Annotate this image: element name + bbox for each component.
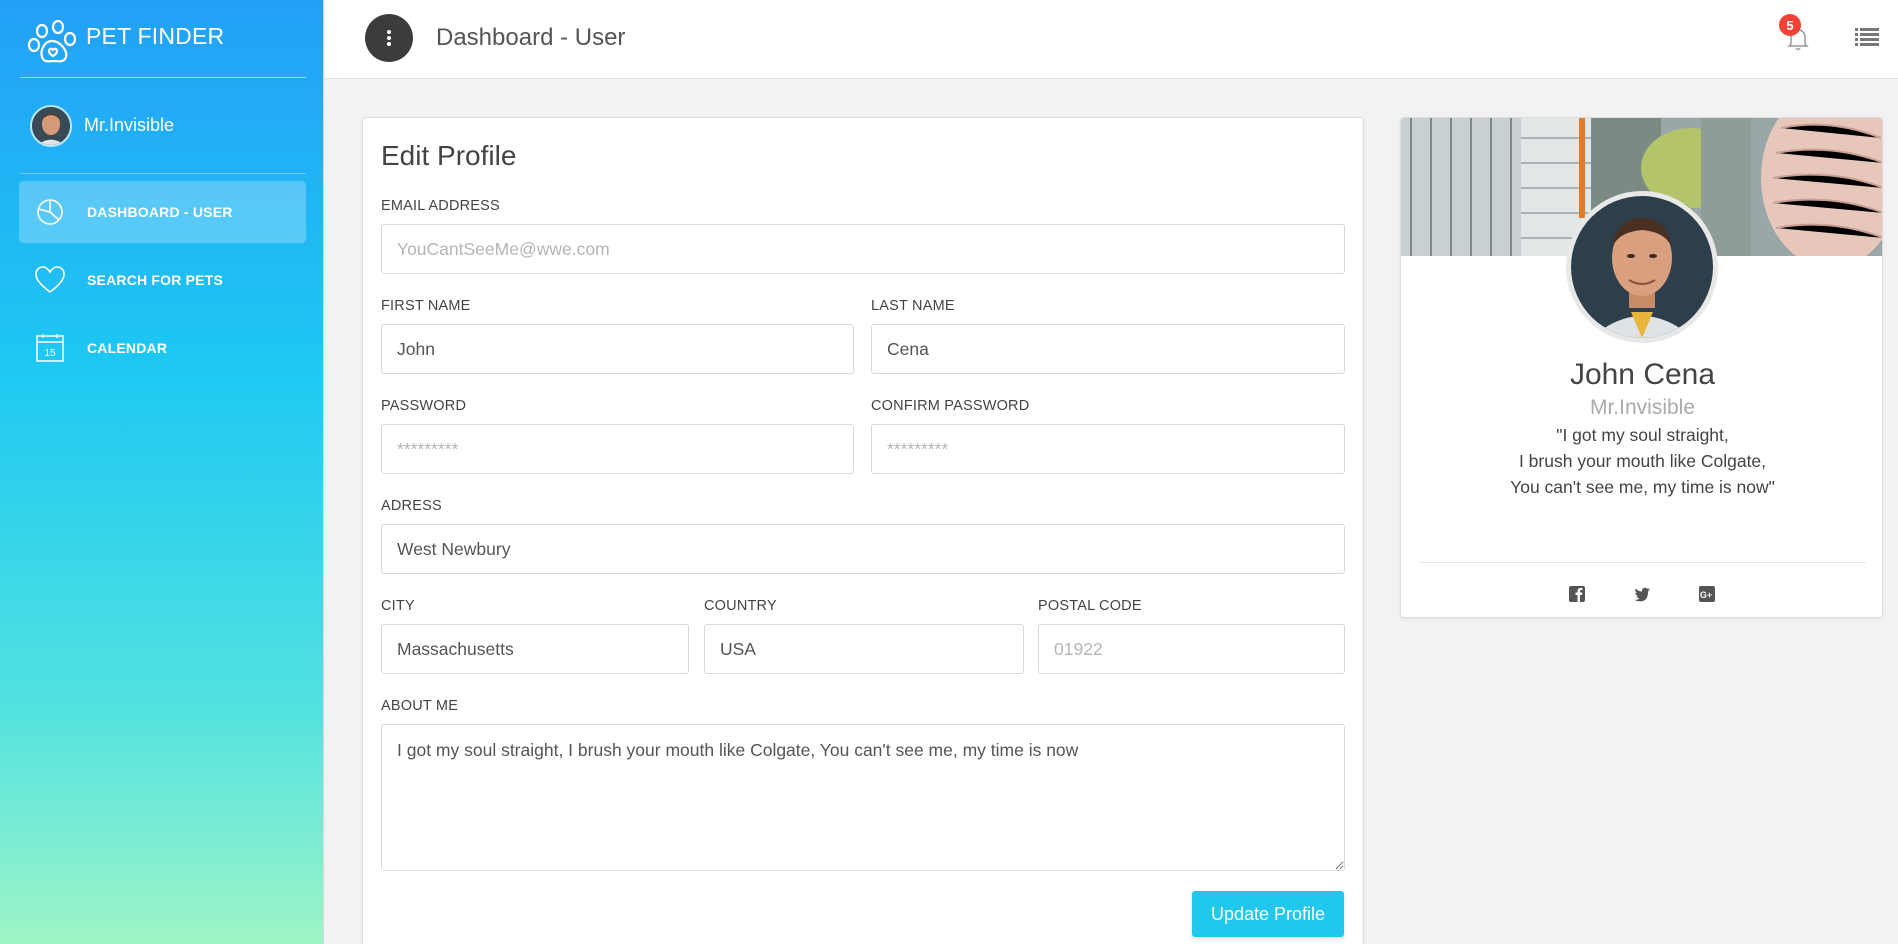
address-label: ADRESS: [381, 498, 442, 514]
confirm-password-field[interactable]: [871, 424, 1345, 474]
sidebar: PET FINDER Mr.Invisible DASHBOARD - USER…: [0, 0, 324, 944]
password-field[interactable]: [381, 424, 854, 474]
vertical-dots-icon: [387, 30, 391, 46]
pie-chart-icon: [33, 195, 67, 229]
country-label: COUNTRY: [704, 598, 777, 614]
more-options-button[interactable]: [365, 14, 413, 62]
profile-name: John Cena: [1569, 358, 1716, 391]
sidebar-user[interactable]: Mr.Invisible: [20, 78, 306, 174]
first-name-field[interactable]: [381, 324, 854, 374]
city-label: CITY: [381, 598, 415, 614]
svg-text:G+: G+: [1700, 590, 1712, 600]
brand-name: PET FINDER: [86, 23, 225, 49]
sidebar-nav: DASHBOARD - USER SEARCH FOR PETS 15 CALE…: [19, 181, 306, 385]
notification-count-badge: 5: [1779, 14, 1801, 36]
update-profile-button[interactable]: Update Profile: [1192, 891, 1344, 937]
profile-quote-line: You can't see me, my time is now": [1510, 477, 1775, 497]
last-name-label: LAST NAME: [871, 298, 955, 314]
page-title: Dashboard - User: [436, 24, 626, 51]
brand[interactable]: PET FINDER: [20, 0, 306, 78]
email-label: EMAIL ADDRESS: [381, 198, 500, 214]
sidebar-item-dashboard-user[interactable]: DASHBOARD - USER: [19, 181, 306, 243]
top-bar: Dashboard - User 5: [325, 0, 1898, 79]
profile-quote: "I got my soul straight, I brush your mo…: [1401, 422, 1882, 500]
profile-avatar: [1566, 191, 1718, 343]
city-field[interactable]: [381, 624, 689, 674]
postal-code-field[interactable]: [1038, 624, 1345, 674]
profile-card: John Cena Mr.Invisible "I got my soul st…: [1400, 117, 1883, 618]
sidebar-item-calendar[interactable]: 15 CALENDAR: [19, 317, 306, 379]
edit-profile-title: Edit Profile: [381, 140, 517, 171]
twitter-icon[interactable]: [1631, 583, 1653, 605]
sidebar-item-label: CALENDAR: [87, 340, 168, 356]
confirm-password-label: CONFIRM PASSWORD: [871, 398, 1030, 414]
calendar-day: 15: [44, 348, 56, 359]
heart-icon: [33, 263, 67, 297]
list-icon[interactable]: [1855, 26, 1879, 48]
sidebar-item-label: SEARCH FOR PETS: [87, 272, 224, 288]
password-label: PASSWORD: [381, 398, 467, 414]
last-name-field[interactable]: [871, 324, 1345, 374]
profile-quote-line: I brush your mouth like Colgate,: [1518, 451, 1767, 471]
first-name-label: FIRST NAME: [381, 298, 471, 314]
divider: [1419, 562, 1866, 563]
paw-logo-icon: [28, 19, 77, 62]
facebook-icon[interactable]: [1566, 583, 1588, 605]
country-field[interactable]: [704, 624, 1024, 674]
avatar: [30, 104, 72, 147]
about-me-textarea[interactable]: [381, 724, 1345, 871]
profile-quote-line: "I got my soul straight,: [1556, 425, 1729, 445]
email-field[interactable]: [381, 224, 1345, 274]
profile-username: Mr.Invisible: [1589, 396, 1696, 419]
edit-profile-card: Edit Profile EMAIL ADDRESS FIRST NAME LA…: [362, 117, 1364, 944]
calendar-icon: 15: [33, 331, 67, 365]
sidebar-user-name: Mr.Invisible: [84, 115, 175, 135]
sidebar-item-label: DASHBOARD - USER: [87, 204, 233, 220]
address-field[interactable]: [381, 524, 1345, 574]
about-me-label: ABOUT ME: [381, 698, 459, 714]
google-plus-icon[interactable]: G+: [1696, 583, 1718, 605]
sidebar-item-search-for-pets[interactable]: SEARCH FOR PETS: [19, 249, 306, 311]
postal-code-label: POSTAL CODE: [1038, 598, 1142, 614]
